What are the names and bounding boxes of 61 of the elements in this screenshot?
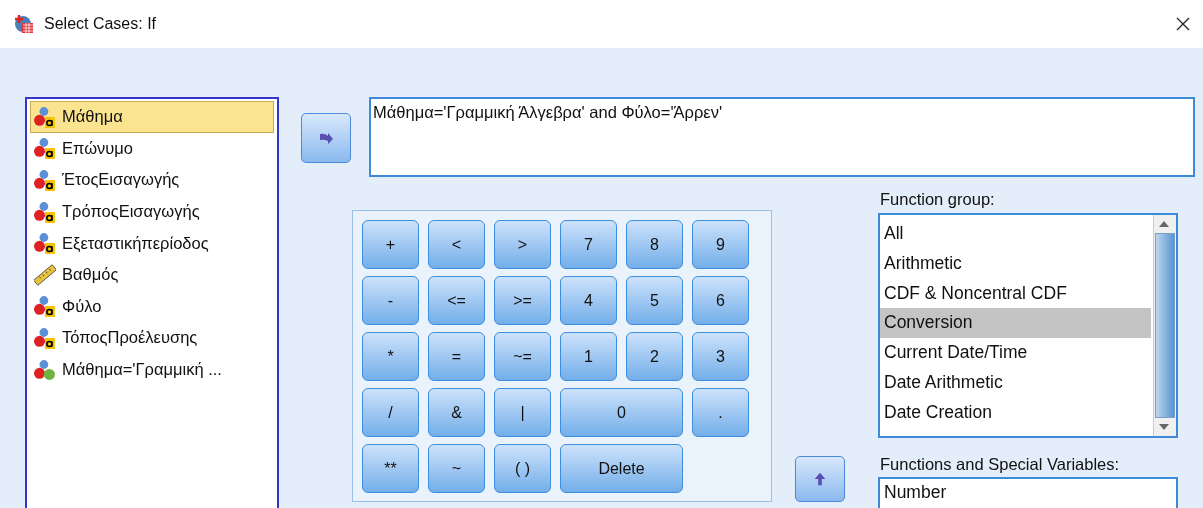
keypad-key[interactable]: ( ) <box>494 444 551 493</box>
function-group-item[interactable]: Arithmetic <box>880 248 1151 279</box>
keypad-key[interactable]: * <box>362 332 419 381</box>
keypad-key[interactable]: 8 <box>626 220 683 269</box>
function-group-item[interactable]: Date Arithmetic <box>880 368 1151 398</box>
variable-item[interactable]: ΈτοςΕισαγωγής <box>30 164 274 196</box>
scrollbar[interactable] <box>1153 215 1176 436</box>
function-group-item[interactable]: All <box>880 219 1151 249</box>
keypad-key[interactable]: / <box>362 388 419 437</box>
keypad-key[interactable]: 5 <box>626 276 683 325</box>
filter-variable-icon <box>34 358 56 381</box>
keypad-key[interactable]: >= <box>494 276 551 325</box>
keypad-key[interactable]: & <box>428 388 485 437</box>
keypad-key[interactable]: 6 <box>692 276 749 325</box>
keypad-key[interactable]: 1 <box>560 332 617 381</box>
keypad-key[interactable]: - <box>362 276 419 325</box>
keypad-key[interactable]: ~ <box>428 444 485 493</box>
keypad-key[interactable]: 3 <box>692 332 749 381</box>
keypad-key[interactable]: = <box>428 332 485 381</box>
move-up-button[interactable] <box>795 456 845 502</box>
nominal-variable-icon <box>34 200 56 223</box>
keypad-key[interactable]: ** <box>362 444 419 493</box>
keypad-key[interactable]: 2 <box>626 332 683 381</box>
variable-item[interactable]: Εξεταστικήπερίοδος <box>30 227 274 259</box>
functions-label: Functions and Special Variables: <box>880 455 1121 474</box>
keypad-key[interactable]: + <box>362 220 419 269</box>
function-item[interactable]: Number <box>880 479 1176 506</box>
keypad-key[interactable]: 4 <box>560 276 617 325</box>
function-group-item[interactable]: Conversion <box>880 308 1151 339</box>
keypad-key[interactable]: <= <box>428 276 485 325</box>
move-right-button[interactable] <box>301 113 351 163</box>
function-group-item[interactable]: Current Date/Time <box>880 338 1151 368</box>
nominal-variable-icon <box>34 169 56 191</box>
variable-item[interactable]: Βαθμός <box>30 258 274 291</box>
expression-field[interactable]: Μάθημα='Γραμμική Άλγεβρα' and Φύλο='Άρρεν' <box>369 97 1195 177</box>
keypad-key[interactable]: < <box>428 220 485 269</box>
nominal-variable-icon <box>34 295 56 318</box>
variable-item[interactable]: Φύλο <box>30 290 274 323</box>
keypad-key[interactable]: | <box>494 388 551 437</box>
function-group-item[interactable]: CDF & Noncentral CDF <box>880 278 1151 309</box>
keypad-key[interactable]: ~= <box>494 332 551 381</box>
keypad-key[interactable]: Delete <box>560 444 683 493</box>
keypad-key[interactable]: 0 <box>560 388 683 437</box>
function-group-label: Function group: <box>880 190 996 209</box>
nominal-variable-icon <box>34 326 56 349</box>
nominal-variable-icon <box>34 105 56 128</box>
keypad-key[interactable]: . <box>692 388 749 437</box>
keypad-key[interactable]: 7 <box>560 220 617 269</box>
window-title: Select Cases: If <box>44 15 157 33</box>
variable-item[interactable]: Μάθημα <box>30 101 274 133</box>
keypad-key[interactable]: 9 <box>692 220 749 269</box>
nominal-variable-icon <box>34 137 56 160</box>
function-group-item[interactable]: Date Creation <box>880 397 1151 428</box>
app-icon <box>14 14 34 34</box>
variable-item[interactable]: Επώνυμο <box>30 132 274 165</box>
close-icon[interactable] <box>1175 16 1191 32</box>
keypad-key[interactable]: > <box>494 220 551 269</box>
nominal-variable-icon <box>34 232 56 255</box>
variable-item[interactable]: ΤόποςΠροέλευσης <box>30 322 274 354</box>
variable-item[interactable]: ΤρόποςΕισαγωγής <box>30 195 274 228</box>
variable-item[interactable]: Μάθημα='Γραμμική ... <box>30 353 274 386</box>
